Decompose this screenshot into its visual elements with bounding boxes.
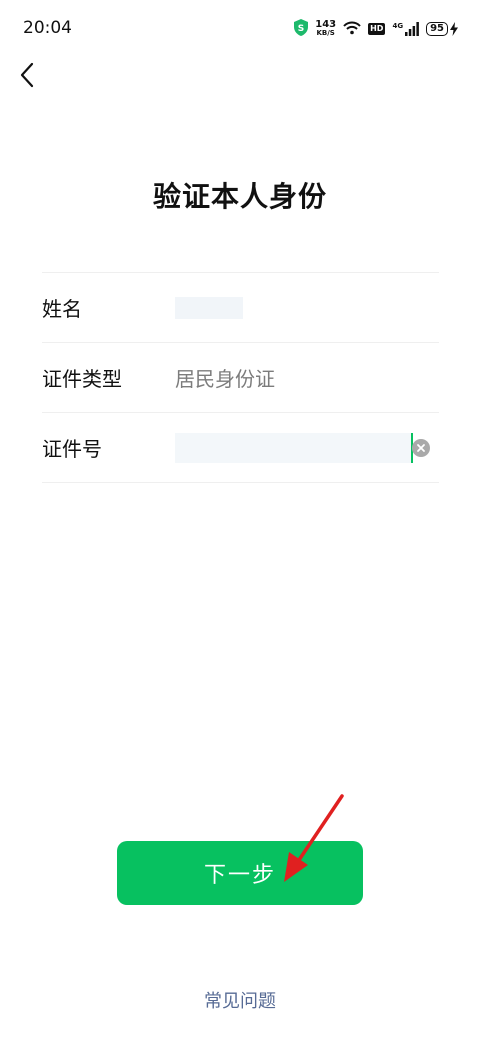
battery-icon: 95 (426, 22, 458, 36)
id-type-row[interactable]: 证件类型 居民身份证 (42, 343, 439, 413)
net-speed-value: 143 (315, 19, 337, 30)
status-time: 20:04 (23, 18, 72, 38)
id-type-label: 证件类型 (42, 367, 122, 391)
wifi-icon (343, 20, 361, 39)
name-label: 姓名 (42, 297, 82, 321)
clear-icon (417, 444, 425, 452)
id-number-input[interactable] (175, 432, 413, 463)
page-title: 验证本人身份 (152, 180, 327, 213)
status-bar: 20:04 S 143 KB/S HD 4G 95 (0, 0, 480, 58)
security-shield-icon: S (294, 18, 309, 40)
id-number-row: 证件号 (42, 413, 439, 483)
net-speed: 143 KB/S (315, 20, 336, 38)
svg-text:S: S (298, 24, 304, 34)
clear-input-button[interactable] (412, 439, 430, 457)
name-row: 姓名 (42, 273, 439, 343)
battery-level: 95 (426, 22, 448, 36)
back-button[interactable] (12, 58, 42, 92)
name-input[interactable] (175, 296, 243, 319)
id-number-field[interactable] (175, 432, 413, 463)
status-icons: S 143 KB/S HD 4G 95 (294, 18, 458, 40)
next-step-button[interactable]: 下一步 (117, 841, 363, 905)
id-type-value: 居民身份证 (175, 367, 275, 391)
hd-icon: HD (368, 23, 386, 35)
id-number-label: 证件号 (42, 437, 102, 461)
identity-form: 姓名 证件类型 居民身份证 证件号 (42, 272, 439, 483)
chevron-left-icon (20, 62, 34, 88)
network-gen-label: 4G (392, 22, 404, 30)
charging-icon (450, 22, 458, 36)
verify-identity-screen: 20:04 S 143 KB/S HD 4G 95 验证本人身份 姓名 证件类型… (0, 0, 480, 1040)
signal-icon: 4G (392, 22, 419, 36)
net-speed-unit: KB/S (316, 29, 335, 37)
faq-link[interactable]: 常见问题 (0, 987, 480, 1013)
